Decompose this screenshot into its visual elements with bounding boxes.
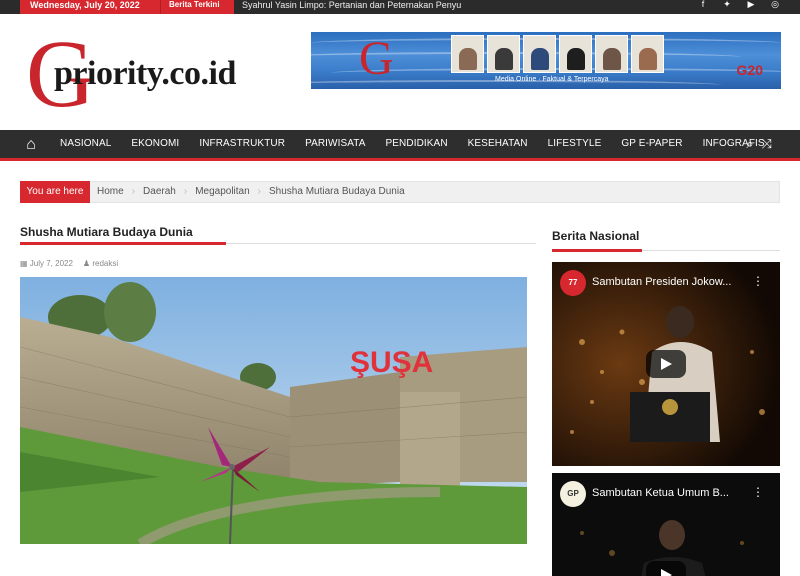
banner-logo-icon: G	[359, 32, 394, 85]
search-icon[interactable]: ⌕	[746, 136, 753, 152]
nav-nasional[interactable]: NASIONAL	[50, 130, 121, 158]
nav-gp-epaper[interactable]: GP E-PAPER	[611, 130, 692, 158]
breadcrumb-daerah[interactable]: Daerah	[143, 182, 176, 202]
g20-badge: G20	[736, 62, 763, 78]
sidebar-divider	[552, 249, 780, 252]
title-divider	[20, 242, 536, 245]
main-nav: ⌂ NASIONAL EKONOMI INFRASTRUKTUR PARIWIS…	[0, 130, 800, 161]
breadcrumb-home[interactable]: Home	[97, 182, 124, 202]
instagram-icon[interactable]: ◎	[770, 0, 780, 9]
banner-tagline: Media Online · Faktual & Terpercaya	[495, 76, 609, 83]
calendar-icon: ▦	[20, 259, 30, 268]
site-logo[interactable]: G priority.co.id	[26, 26, 236, 124]
article-meta: ▦ July 7, 2022 ♟ redaksi	[20, 259, 118, 268]
breadcrumb-megapolitan[interactable]: Megapolitan	[195, 182, 249, 202]
more-options-icon[interactable]: ⋮	[752, 274, 764, 288]
play-button-icon[interactable]	[646, 350, 686, 378]
play-button-icon[interactable]	[646, 561, 686, 576]
breadcrumb-separator: ›	[131, 186, 136, 197]
nav-infrastruktur[interactable]: INFRASTRUKTUR	[189, 130, 295, 158]
nav-lifestyle[interactable]: LIFESTYLE	[538, 130, 612, 158]
youtube-icon[interactable]: ▶	[746, 0, 756, 9]
breadcrumb-current: Shusha Mutiara Budaya Dunia	[269, 186, 405, 197]
article-date: ▦ July 7, 2022	[20, 259, 73, 268]
logo-text: priority.co.id	[54, 55, 236, 92]
header-banner[interactable]: G Media Online · Faktual & Terpercaya G2…	[311, 32, 781, 89]
video-title-2[interactable]: Sambutan Ketua Umum B...	[592, 487, 729, 499]
article-title: Shusha Mutiara Budaya Dunia	[20, 225, 193, 239]
breadcrumb-label: You are here	[20, 181, 90, 203]
nav-pariwisata[interactable]: PARIWISATA	[295, 130, 375, 158]
video-embed-1[interactable]: 77 Sambutan Presiden Jokow... ⋮	[552, 262, 780, 466]
video-embed-2[interactable]: GP Sambutan Ketua Umum B... ⋮	[552, 473, 780, 576]
breadcrumb-separator: ›	[257, 186, 262, 197]
sidebar-title: Berita Nasional	[552, 229, 640, 243]
nav-kesehatan[interactable]: KESEHATAN	[458, 130, 538, 158]
home-icon[interactable]: ⌂	[20, 135, 42, 155]
random-icon[interactable]: ⤨	[762, 136, 772, 152]
breadcrumb: You are here Home › Daerah › Megapolitan…	[20, 181, 780, 203]
breaking-news-label: Berita Terkini	[160, 0, 234, 14]
current-date: Wednesday, July 20, 2022	[20, 0, 160, 14]
user-icon: ♟	[82, 259, 93, 268]
news-ticker[interactable]: Syahrul Yasin Limpo: Pertanian dan Peter…	[242, 0, 642, 14]
breadcrumb-separator: ›	[183, 186, 188, 197]
article-author[interactable]: ♟ redaksi	[83, 259, 118, 268]
social-links: f ✦ ▶ ◎	[698, 0, 780, 14]
top-bar: Wednesday, July 20, 2022 Berita Terkini …	[0, 0, 800, 14]
article-photo: ŞUŞA	[20, 277, 527, 544]
fortress-photo-illustration: ŞUŞA	[20, 277, 527, 544]
channel-avatar-icon[interactable]: 77	[560, 270, 586, 296]
more-options-icon[interactable]: ⋮	[752, 485, 764, 499]
channel-avatar-icon[interactable]: GP	[560, 481, 586, 507]
video-title-1[interactable]: Sambutan Presiden Jokow...	[592, 276, 731, 288]
twitter-icon[interactable]: ✦	[722, 0, 732, 9]
nav-tools: ⌕ ⤨	[746, 136, 772, 152]
photo-sign-text: ŞUŞA	[350, 346, 433, 379]
nav-ekonomi[interactable]: EKONOMI	[121, 130, 189, 158]
nav-pendidikan[interactable]: PENDIDIKAN	[376, 130, 458, 158]
facebook-icon[interactable]: f	[698, 0, 708, 9]
banner-magazines	[451, 35, 664, 73]
